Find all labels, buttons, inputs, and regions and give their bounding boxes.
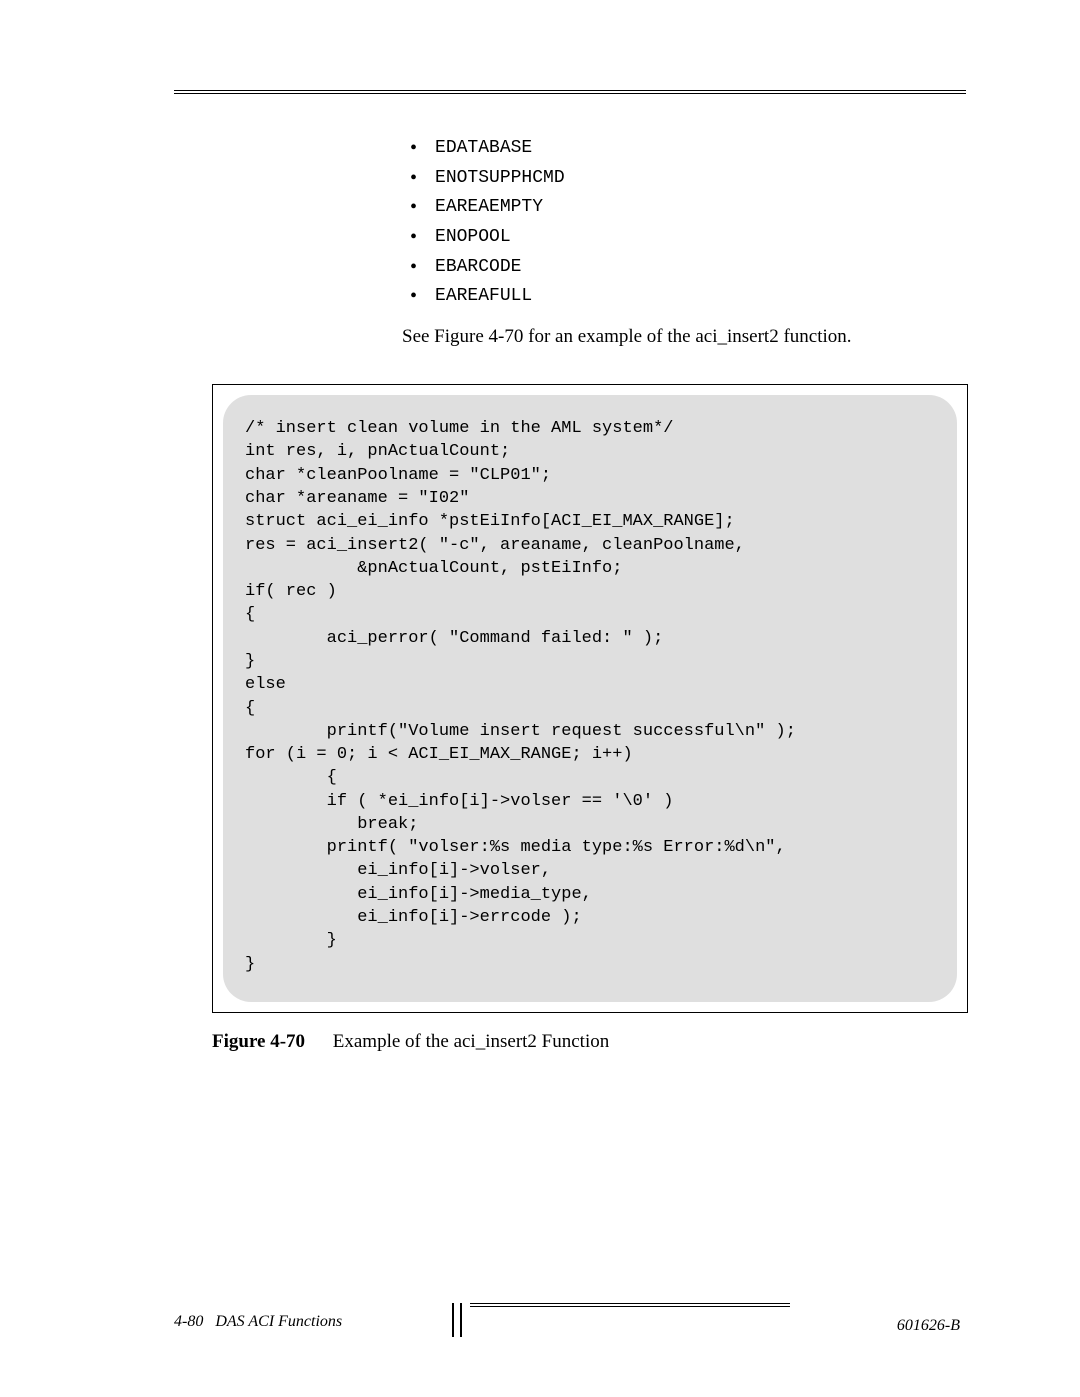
footer-right: 601626-B — [897, 1317, 960, 1335]
list-item: • EAREAEMPTY — [402, 193, 960, 223]
list-item: • EBARCODE — [402, 253, 960, 283]
error-code: EDATABASE — [435, 134, 532, 164]
figure-label: Figure 4-70 — [212, 1031, 328, 1053]
figure-title: Example of the aci_insert2 Function — [333, 1031, 609, 1052]
error-code-list: • EDATABASE • ENOTSUPPHCMD • EAREAEMPTY … — [402, 134, 960, 312]
code-block: /* insert clean volume in the AML system… — [223, 395, 957, 1002]
error-code: EAREAFULL — [435, 282, 532, 312]
bullet-icon: • — [410, 227, 417, 247]
bullet-icon: • — [410, 257, 417, 277]
top-rule — [174, 90, 966, 94]
page-footer: 4-80 DAS ACI Functions 601626-B — [150, 1295, 960, 1337]
see-figure-line: See Figure 4-70 for an example of the ac… — [402, 326, 960, 348]
bullet-icon: • — [410, 168, 417, 188]
error-code: EAREAEMPTY — [435, 193, 543, 223]
list-item: • EAREAFULL — [402, 282, 960, 312]
footer-left: 4-80 DAS ACI Functions — [174, 1313, 342, 1331]
section-title: DAS ACI Functions — [215, 1313, 342, 1330]
figure-caption: Figure 4-70 Example of the aci_insert2 F… — [212, 1031, 960, 1053]
list-item: • ENOTSUPPHCMD — [402, 164, 960, 194]
list-item: • ENOPOOL — [402, 223, 960, 253]
footer-divider-icon — [452, 1303, 462, 1337]
bullet-icon: • — [410, 197, 417, 217]
code-frame: /* insert clean volume in the AML system… — [212, 384, 968, 1013]
footer-rule — [470, 1303, 790, 1307]
bullet-icon: • — [410, 286, 417, 306]
page-number: 4-80 — [174, 1313, 203, 1330]
list-item: • EDATABASE — [402, 134, 960, 164]
page: • EDATABASE • ENOTSUPPHCMD • EAREAEMPTY … — [0, 0, 1080, 1397]
bullet-icon: • — [410, 138, 417, 158]
error-code: ENOPOOL — [435, 223, 511, 253]
error-code: EBARCODE — [435, 253, 521, 283]
error-code: ENOTSUPPHCMD — [435, 164, 565, 194]
